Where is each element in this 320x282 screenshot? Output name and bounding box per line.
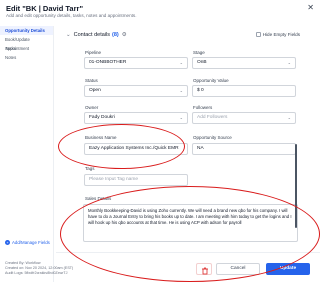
field-count-badge: (8) <box>112 32 119 38</box>
pipeline-label: Pipeline <box>85 50 102 55</box>
opportunity-source-label: Opportunity Source <box>193 135 232 140</box>
chevron-down-icon: ⌄ <box>179 115 183 120</box>
business-name-label: Business Name <box>85 135 117 140</box>
checkbox-icon <box>255 32 261 37</box>
cancel-button[interactable]: Cancel <box>216 263 260 275</box>
close-icon[interactable]: ✕ <box>307 3 314 12</box>
hide-empty-fields-label: Hide Empty Fields <box>262 32 300 37</box>
status-value: Open <box>89 88 101 93</box>
opportunity-value-input[interactable]: $ 0 <box>192 85 296 97</box>
followers-label: Followers <box>193 105 213 110</box>
sidebar-item-appointment[interactable]: Book/Update Appointment <box>0 35 53 51</box>
modal-subtitle: Add and edit opportunity details, tasks,… <box>6 13 137 18</box>
chevron-down-icon: ⌄ <box>287 60 291 65</box>
stage-select[interactable]: OnB ⌄ <box>192 57 296 69</box>
status-label: Status <box>85 78 98 83</box>
tags-label: Tags <box>85 166 95 171</box>
followers-placeholder: Add Followers <box>197 115 228 120</box>
gear-icon[interactable]: ⚙ <box>122 32 127 38</box>
sidebar: Opportunity Details Book/Update Appointm… <box>0 26 54 282</box>
business-name-input[interactable]: Eazy Application Systems Inc./Quick EMR <box>84 143 188 155</box>
trash-icon <box>202 267 208 275</box>
modal-header: Edit "BK | David Tarr" Add and edit oppo… <box>0 0 320 22</box>
sidebar-item-notes[interactable]: Notes <box>0 53 53 62</box>
stage-value: OnB <box>197 60 207 65</box>
status-select[interactable]: Open ⌄ <box>84 85 188 97</box>
scrollbar-thumb[interactable] <box>295 144 297 228</box>
tags-input[interactable]: Please Input Tag name <box>84 174 188 186</box>
chevron-down-icon: ⌄ <box>179 60 183 65</box>
followers-select[interactable]: Add Followers ⌄ <box>192 112 296 124</box>
owner-label: Owner <box>85 105 99 110</box>
opportunity-source-input[interactable]: NA <box>192 143 296 155</box>
stage-label: Stage <box>193 50 205 55</box>
plus-icon: + <box>5 240 10 245</box>
add-manage-fields-label: Add/Manage Fields <box>12 240 50 245</box>
sales-details-label: Sales Details <box>85 196 112 201</box>
section-header-contact-details[interactable]: ⌄ Contact details (8) ⚙ <box>66 32 127 38</box>
scrollbar[interactable] <box>295 144 298 228</box>
hide-empty-fields-checkbox[interactable]: Hide Empty Fields <box>255 32 300 37</box>
add-manage-fields-button[interactable]: + Add/Manage Fields <box>5 240 50 245</box>
pipeline-value: 01-ONBBOTHER <box>89 60 127 65</box>
delete-button[interactable] <box>196 263 212 275</box>
chevron-down-icon: ⌄ <box>66 32 71 38</box>
opportunity-value-label: Opportunity Value <box>193 78 229 83</box>
update-button[interactable]: Update <box>266 263 310 275</box>
owner-select[interactable]: Fady Doukri ⌄ <box>84 112 188 124</box>
opportunity-form: ⌄ Contact details (8) ⚙ Hide Empty Fields P… <box>56 26 308 250</box>
modal-footer: Cancel Update <box>56 252 320 282</box>
owner-value: Fady Doukri <box>89 115 115 120</box>
sales-details-textarea[interactable]: Monthly Bookkeeping-David is using Zoho … <box>83 204 298 242</box>
chevron-down-icon: ⌄ <box>179 88 183 93</box>
modal-title: Edit "BK | David Tarr" <box>6 4 83 13</box>
chevron-down-icon: ⌄ <box>287 115 291 120</box>
pipeline-select[interactable]: 01-ONBBOTHER ⌄ <box>84 57 188 69</box>
section-title: Contact details <box>73 32 110 38</box>
sidebar-item-opportunity-details[interactable]: Opportunity Details <box>0 26 53 35</box>
